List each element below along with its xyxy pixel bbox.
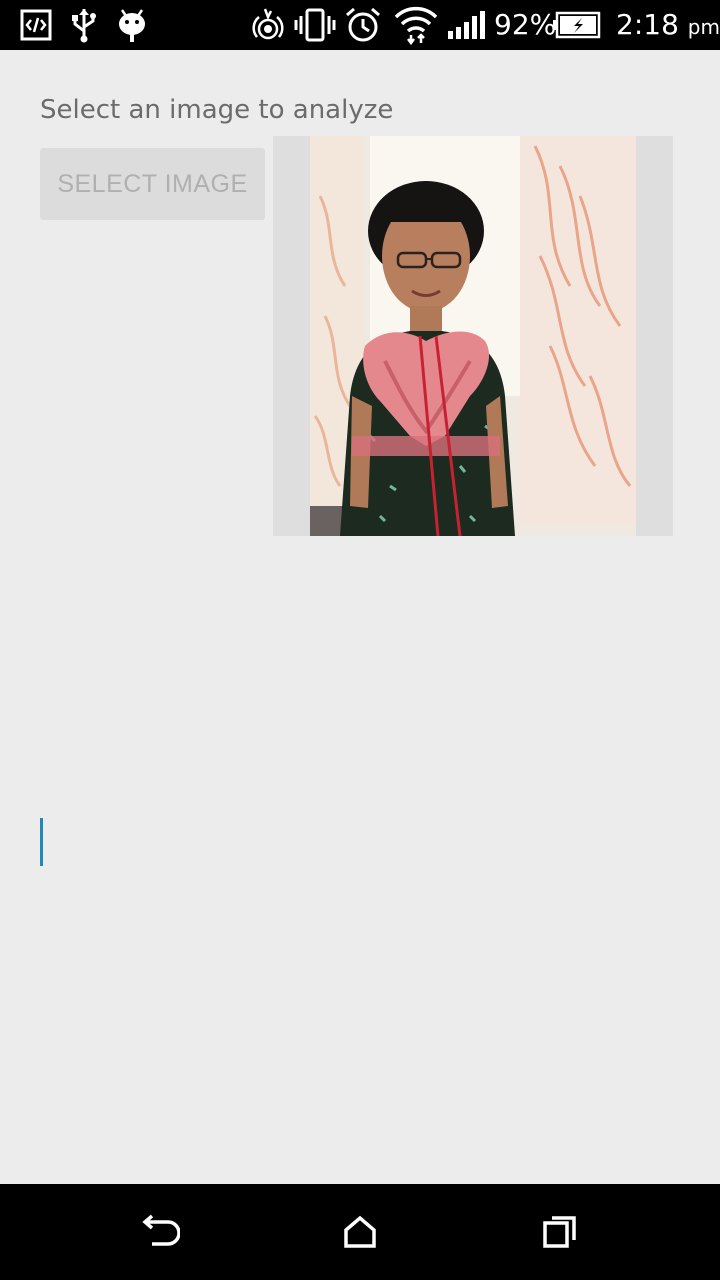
developer-mode-icon: [18, 7, 54, 43]
clock-ampm: pm: [687, 15, 720, 39]
clock: 2:18 pm: [616, 8, 720, 44]
navigation-bar: [0, 1184, 720, 1280]
image-preview: [273, 136, 673, 536]
clock-time: 2:18: [616, 8, 679, 41]
portrait-photo: [310, 136, 636, 536]
recents-icon[interactable]: [530, 1202, 590, 1262]
result-text-field[interactable]: [40, 818, 680, 866]
android-debug-icon: [114, 7, 150, 43]
select-image-button[interactable]: SELECT IMAGE: [40, 148, 265, 220]
back-icon[interactable]: [130, 1202, 190, 1262]
hotspot-icon: [250, 7, 286, 43]
signal-icon: [446, 7, 488, 43]
wifi-icon: [394, 6, 438, 45]
battery-charging-icon: [552, 7, 602, 43]
status-bar: 92% 2:18 pm: [0, 0, 720, 50]
vibrate-icon: [294, 7, 336, 43]
text-cursor: [40, 818, 43, 866]
prompt-label: Select an image to analyze: [40, 95, 394, 125]
home-icon[interactable]: [330, 1202, 390, 1262]
usb-icon: [66, 7, 102, 43]
alarm-icon: [344, 7, 382, 43]
battery-percent: 92%: [494, 8, 557, 41]
